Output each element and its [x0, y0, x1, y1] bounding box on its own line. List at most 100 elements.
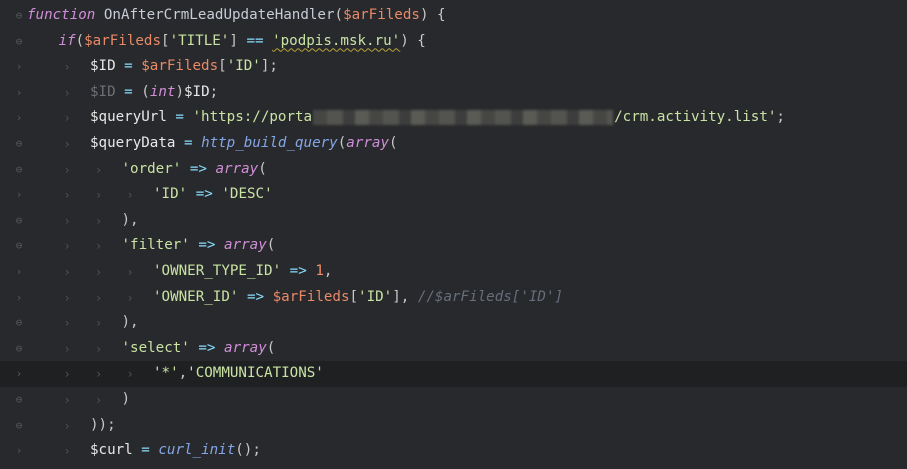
fold-toggle-icon[interactable]: ⊖ [13, 310, 25, 336]
code-text[interactable]: 'order' => array( [122, 157, 267, 183]
code-token: array [224, 339, 267, 356]
code-token: ( [389, 135, 398, 151]
indent-guide-icon: › [63, 393, 71, 407]
code-token: //$arFileds['ID'] [417, 288, 564, 305]
code-token: ) [175, 83, 184, 100]
code-text[interactable]: $queryUrl = 'https://porta/crm.activity.… [90, 105, 785, 131]
fold-toggle-icon[interactable]: ⊖ [13, 157, 25, 183]
code-line[interactable]: › › › › 'ID' => 'DESC' [0, 182, 907, 208]
code-token: ) { [419, 7, 446, 23]
code-text[interactable]: if($arFileds['TITLE'] == 'podpis.msk.ru'… [59, 29, 426, 55]
fold-toggle-icon[interactable]: ⊖ [13, 29, 25, 55]
code-text[interactable]: function OnAfterCrmLeadUpdateHandler($ar… [27, 3, 446, 29]
code-token: => [195, 186, 213, 203]
code-line[interactable]: › › $queryUrl = 'https://porta/crm.activit… [0, 105, 907, 131]
code-token: = [124, 58, 133, 75]
code-text[interactable]: 'OWNER_ID' => $arFileds['ID'], //$arFile… [153, 285, 563, 311]
fold-guide-icon: › [15, 290, 23, 304]
code-line[interactable]: ⊖ if($arFileds['TITLE'] == 'podpis.msk.ru… [0, 29, 907, 55]
code-text[interactable]: 'ID' => 'DESC' [153, 182, 273, 208]
code-text[interactable]: 'select' => array( [122, 336, 276, 362]
fold-toggle-icon[interactable]: ⊖ [13, 413, 25, 439]
indent-guide-icon: › [126, 290, 134, 305]
indent-guide-icon: › [126, 265, 134, 279]
indent-guide-icon: › [63, 418, 71, 433]
code-line[interactable]: › › › › 'OWNER_ID' => $arFileds['ID'], //$ar… [0, 285, 907, 311]
indent-guide-icon: › [63, 111, 71, 126]
fold-guide-icon: › [15, 188, 23, 202]
code-line[interactable]: ⊖ › ›) [0, 387, 907, 413]
code-token: $ID [90, 58, 116, 75]
fold-toggle-icon[interactable]: ⊖ [13, 131, 25, 157]
indent-guide-icon: › [63, 290, 71, 305]
indent-guide-icon: › [63, 213, 71, 228]
code-text[interactable]: $ID = (int)$ID; [90, 80, 218, 106]
code-line[interactable]: › › $ID = $arFileds['ID']; [0, 54, 907, 80]
indent-guide-icon: › [63, 85, 71, 100]
code-token: [ [161, 32, 170, 49]
code-token: '*' [153, 365, 179, 382]
code-text[interactable]: $queryData = http_build_query(array( [90, 131, 398, 157]
fold-toggle-icon[interactable]: ⊖ [13, 208, 25, 234]
code-text[interactable]: 'OWNER_TYPE_ID' => 1, [153, 259, 332, 285]
code-line[interactable]: ⊖ ›)); [0, 413, 907, 439]
code-text[interactable]: )); [90, 413, 116, 439]
code-text[interactable]: $curl = curl_init(); [90, 438, 261, 464]
code-line[interactable]: ⊖ › ›), [0, 310, 907, 336]
code-line[interactable]: ⊖ function OnAfterCrmLeadUpdateHandler($a… [0, 3, 907, 29]
code-token: ( [334, 7, 344, 23]
code-token: 'podpis.msk.ru' [272, 32, 401, 49]
code-line[interactable]: ⊖ › › 'order' => array( [0, 157, 907, 183]
code-text[interactable]: 'filter' => array( [122, 233, 276, 259]
indent-guide-icon: › [95, 162, 103, 177]
code-token: $arFileds [343, 7, 420, 23]
code-token: = [124, 83, 133, 100]
code-token: 'ID' [358, 288, 393, 305]
code-token: array [224, 237, 267, 254]
code-line[interactable]: › › › › '*','COMMUNICATIONS' [0, 361, 907, 387]
code-token: = [175, 109, 184, 126]
code-token: = [183, 135, 193, 151]
code-token: $arFileds [141, 58, 219, 75]
code-token: = [141, 442, 150, 459]
code-token: 'COMMUNICATIONS' [187, 365, 324, 382]
fold-toggle-icon[interactable]: ⊖ [13, 233, 25, 259]
code-token: 'TITLE' [169, 32, 230, 49]
fold-toggle-icon[interactable]: ⊖ [13, 3, 25, 29]
indent-guide-icon: › [63, 137, 71, 151]
indent-guide-icon: › [95, 316, 103, 331]
code-token: 'select' [121, 339, 190, 356]
code-line[interactable]: › › $curl = curl_init(); [0, 438, 907, 464]
code-line[interactable]: ⊖ › › 'filter' => array( [0, 233, 907, 259]
fold-guide-icon: › [15, 60, 23, 74]
fold-toggle-icon[interactable]: ⊖ [13, 387, 25, 413]
code-token: ( [266, 237, 276, 254]
fold-guide-icon: › [15, 111, 23, 125]
code-token: 'order' [121, 160, 182, 177]
code-token: , [178, 365, 188, 382]
code-line[interactable]: ⊖ › $queryData = http_build_query(array( [0, 131, 907, 157]
code-line[interactable]: › › › › 'OWNER_TYPE_ID' => 1, [0, 259, 907, 285]
code-text[interactable]: ), [122, 310, 139, 336]
code-editor[interactable]: ⊖ function OnAfterCrmLeadUpdateHandler($a… [0, 0, 907, 469]
code-token: array [346, 135, 389, 151]
code-text[interactable]: ), [122, 208, 139, 234]
code-token: [ [349, 288, 359, 305]
code-token: (); [235, 442, 261, 459]
code-text[interactable]: $ID = $arFileds['ID']; [90, 54, 278, 80]
indent-guide-icon: › [95, 265, 103, 279]
code-line[interactable]: › › $ID = (int)$ID; [0, 80, 907, 106]
code-line[interactable]: ⊖ › ›), [0, 208, 907, 234]
code-text[interactable]: ) [122, 387, 131, 413]
code-line[interactable]: ⊖ › › 'select' => array( [0, 336, 907, 362]
code-text[interactable]: '*','COMMUNICATIONS' [153, 361, 324, 387]
indent-guide-icon: › [95, 341, 103, 356]
fold-toggle-icon[interactable]: ⊖ [13, 336, 25, 362]
code-token: $queryData [90, 135, 176, 151]
code-token: ; [209, 83, 219, 100]
code-token: /crm.activity.list' [614, 109, 777, 126]
